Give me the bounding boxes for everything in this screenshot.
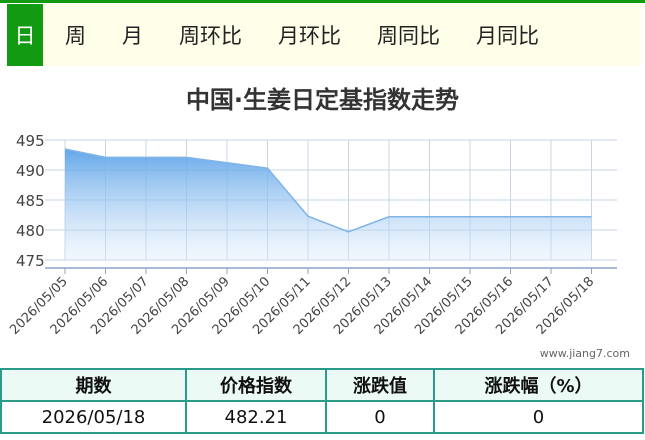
- cell-price-index: 482.21: [185, 400, 327, 434]
- header-period: 期数: [0, 368, 187, 402]
- table-row: 2026/05/18 482.21 0 0: [0, 400, 644, 434]
- y-axis-ticks: 495 490 485 480 475: [16, 132, 45, 270]
- watermark: www.jiang7.com: [539, 347, 630, 360]
- table-header-row: 期数 价格指数 涨跌值 涨跌幅（%）: [0, 368, 644, 402]
- y-tick-label-2: 485: [16, 192, 45, 210]
- chart-area: 495 490 485 480 475 2026/05/052026/05/062026…: [7, 132, 617, 338]
- cell-change-percent: 0: [433, 400, 644, 434]
- cell-change-value: 0: [325, 400, 435, 434]
- y-tick-label-0: 495: [16, 132, 45, 150]
- header-change-percent: 涨跌幅（%）: [433, 368, 644, 402]
- y-tick-label-3: 480: [16, 222, 45, 240]
- header-price-index: 价格指数: [185, 368, 327, 402]
- series-area: [65, 149, 592, 260]
- x-axis-ticks: 2026/05/052026/05/062026/05/072026/05/08…: [7, 268, 597, 338]
- y-tick-label-1: 490: [16, 162, 45, 180]
- cell-period: 2026/05/18: [0, 400, 187, 434]
- header-change-value: 涨跌值: [325, 368, 435, 402]
- y-tick-label-4: 475: [16, 252, 45, 270]
- index-table: 期数 价格指数 涨跌值 涨跌幅（%） 2026/05/18 482.21 0 0: [0, 368, 644, 434]
